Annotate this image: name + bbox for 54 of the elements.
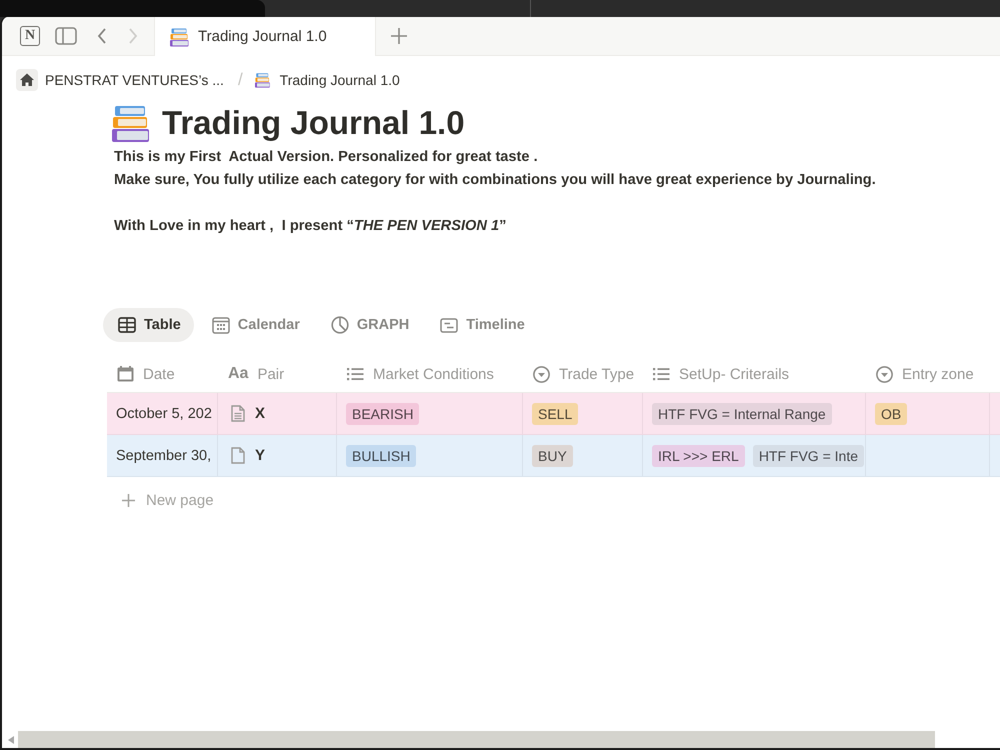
calendar-icon — [212, 316, 230, 334]
column-title[interactable]: Trade Type — [559, 366, 634, 382]
timeline-icon — [440, 318, 458, 332]
table-icon — [118, 317, 136, 333]
column-title[interactable]: SetUp- Criterails — [679, 366, 790, 382]
column-title[interactable]: Market Conditions — [373, 366, 494, 382]
new-page-button[interactable]: New page — [107, 483, 214, 517]
date-text: October 5, 202 — [116, 406, 212, 422]
dropdown-circle-icon — [533, 366, 550, 382]
tag: HTF FVG = Internal Range — [652, 402, 832, 424]
tag: BEARISH — [346, 402, 420, 424]
tag: IRL >>> ERL — [652, 444, 745, 466]
list-icon — [347, 367, 364, 381]
tag: SELL — [532, 402, 578, 424]
app-logo[interactable]: N — [20, 26, 40, 46]
table-row[interactable]: September 30, Y BULLISH BUY IRL >>> ERL HTF FVG = Inte — [107, 435, 1000, 477]
breadcrumb-link[interactable]: Trading Journal 1.0 — [280, 72, 400, 88]
home-icon — [16, 69, 38, 91]
tag: BUY — [532, 444, 573, 466]
column-title[interactable]: Entry zone — [902, 366, 974, 382]
page-tab[interactable]: Trading Journal 1.0 — [154, 17, 376, 56]
dropdown-circle-icon — [876, 366, 893, 382]
view-tab[interactable]: Table — [103, 308, 194, 342]
text-property-icon: Aa — [228, 365, 248, 383]
view-tab[interactable]: GRAPH — [316, 308, 422, 342]
date-text: September 30, — [116, 448, 212, 464]
table-row[interactable]: October 5, 202 X BEARISH SELL HTF FVG = Internal Range OB — [107, 393, 1000, 435]
scroll-left-icon[interactable] — [8, 736, 14, 744]
description-text: This is my First Actual Version. Personalized for great taste . — [114, 148, 539, 167]
view-tab[interactable]: Timeline — [425, 308, 538, 342]
books-icon — [254, 72, 271, 88]
new-tab-icon[interactable] — [390, 27, 408, 45]
tab-title: Trading Journal 1.0 — [198, 28, 327, 45]
description-text: Make sure, You fully utilize each category for with combinations you will have great experience by Journaling. — [114, 171, 877, 190]
books-icon — [170, 26, 190, 46]
breadcrumb-separator: / — [238, 70, 243, 90]
calendar-icon — [117, 366, 134, 382]
plus-icon — [122, 494, 135, 506]
page-title: Trading Journal 1.0 — [162, 104, 465, 142]
breadcrumb-link[interactable]: PENSTRAT VENTURES’s ... — [45, 72, 224, 88]
page-link[interactable]: Y — [255, 447, 266, 464]
column-title[interactable]: Date — [143, 366, 175, 382]
back-icon[interactable] — [97, 27, 107, 45]
pie-chart-icon — [330, 316, 349, 334]
view-tab[interactable]: Calendar — [196, 308, 313, 342]
books-icon — [112, 103, 152, 143]
column-title[interactable]: Pair — [257, 366, 284, 382]
sidebar-toggle-icon[interactable] — [55, 27, 77, 45]
description-text: With Love in my heart , I present “THE PEN VERSION 1” — [114, 217, 508, 236]
tag: OB — [875, 402, 908, 424]
tag: BULLISH — [346, 444, 416, 466]
list-icon — [653, 367, 670, 381]
page-link[interactable]: X — [255, 405, 266, 422]
tag: HTF FVG = Inte — [752, 444, 864, 466]
